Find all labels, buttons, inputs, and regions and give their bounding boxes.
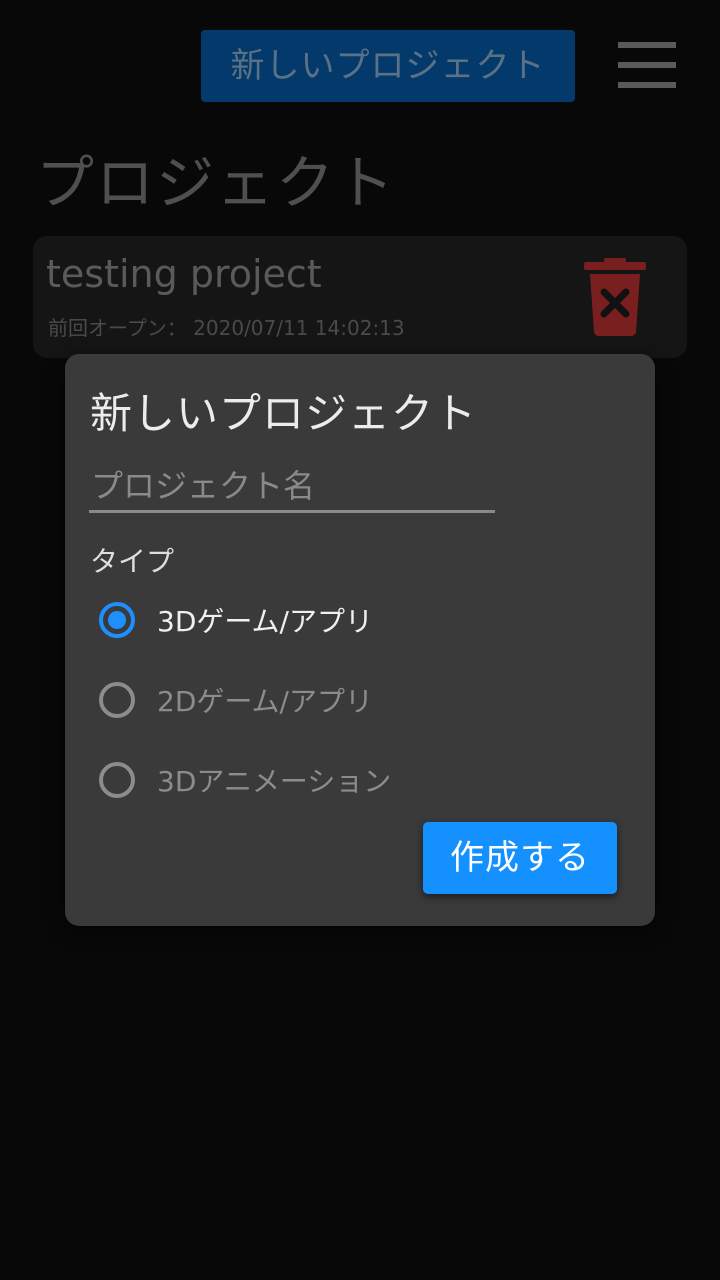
radio-unselected-icon[interactable] [99, 762, 135, 798]
dialog-title: 新しいプロジェクト [90, 389, 478, 438]
radio-unselected-icon[interactable] [99, 682, 135, 718]
radio-option-3d-animation[interactable]: 3Dアニメーション [99, 758, 391, 802]
project-last-opened: 前回オープン： 2020/07/11 14:02:13 [48, 312, 405, 341]
trash-delete-icon[interactable] [584, 258, 646, 336]
radio-option-label: 3Dアニメーション [157, 765, 392, 798]
last-opened-label: 前回オープン： [48, 316, 187, 340]
project-name: testing project [46, 252, 322, 296]
radio-option-label: 2Dゲーム/アプリ [157, 685, 373, 718]
new-project-dialog: 新しいプロジェクト タイプ 3Dゲーム/アプリ 2Dゲーム/アプリ 3Dアニメー… [65, 354, 655, 926]
radio-selected-icon[interactable] [99, 602, 135, 638]
new-project-button[interactable]: 新しいプロジェクト [201, 30, 575, 102]
type-label: タイプ [90, 545, 175, 578]
project-name-input[interactable] [89, 462, 495, 513]
radio-option-3d-game[interactable]: 3Dゲーム/アプリ [99, 598, 373, 642]
radio-option-label: 3Dゲーム/アプリ [157, 605, 373, 638]
create-button[interactable]: 作成する [423, 822, 617, 894]
page-title: プロジェクト [36, 149, 397, 217]
last-opened-timestamp: 2020/07/11 14:02:13 [193, 316, 405, 340]
app-screen: 新しいプロジェクト プロジェクト testing project 前回オープン：… [0, 0, 720, 1280]
hamburger-menu-icon[interactable] [616, 42, 678, 88]
radio-option-2d-game[interactable]: 2Dゲーム/アプリ [99, 678, 373, 722]
project-card[interactable]: testing project 前回オープン： 2020/07/11 14:02… [33, 236, 687, 358]
